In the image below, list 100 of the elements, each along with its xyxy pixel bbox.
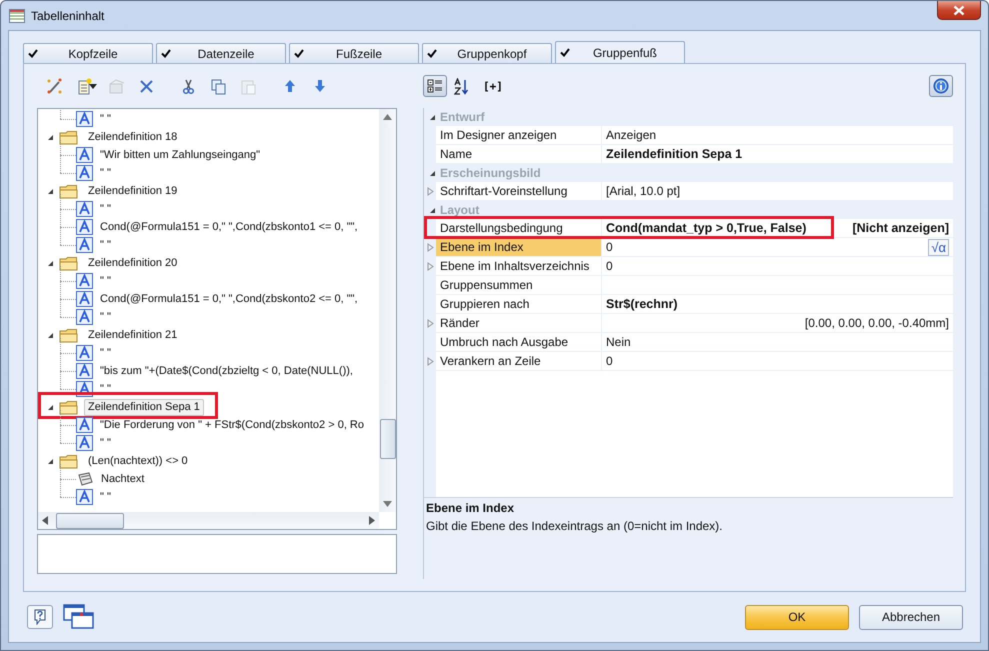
folder-icon <box>59 454 78 468</box>
property-value[interactable]: Anzeigen <box>606 128 656 142</box>
text-field-icon <box>76 147 93 163</box>
window-title: Tabelleninhalt <box>31 8 104 22</box>
text-field-icon <box>76 435 93 451</box>
horizontal-scrollbar[interactable] <box>38 512 379 529</box>
tree-item[interactable]: "bis zum "+(Date$(Cond(zbzieltg < 0, Date(NULL()), <box>96 362 357 380</box>
property-note: [Nicht anzeigen] <box>852 221 949 235</box>
expanded-arrow-icon[interactable] <box>47 188 54 194</box>
new-document-icon <box>78 78 91 94</box>
property-label[interactable]: Gruppieren nach <box>436 295 602 314</box>
tab[interactable]: Kopfzeile <box>23 43 153 63</box>
tree-item[interactable]: " " <box>96 308 115 326</box>
tree-item[interactable]: Cond(@Formula151 = 0," ",Cond(zbskonto2 <= 0, "", <box>96 290 362 308</box>
scroll-up-icon[interactable] <box>383 114 392 120</box>
tab[interactable]: Datenzeile <box>156 43 286 63</box>
property-value[interactable]: Nein <box>606 335 631 349</box>
vertical-scrollbar[interactable] <box>379 109 396 512</box>
property-label[interactable]: Im Designer anzeigen <box>436 126 602 145</box>
tree-item[interactable]: "Wir bitten um Zahlungseingang" <box>96 146 264 164</box>
tab[interactable]: Fußzeile <box>289 43 419 63</box>
scroll-thumb[interactable] <box>56 513 124 529</box>
tree-item[interactable]: Cond(@Formula151 = 0," ",Cond(zbskonto1 <= 0, "", <box>96 218 362 236</box>
category-header: Entwurf <box>440 110 485 124</box>
property-value[interactable]: [Arial, 10.0 pt] <box>606 184 680 198</box>
property-value[interactable]: 0 <box>606 240 613 254</box>
info-icon <box>933 78 949 94</box>
folder-icon <box>59 400 78 414</box>
scroll-right-icon[interactable] <box>369 516 375 525</box>
text-field-icon <box>76 489 93 505</box>
property-label[interactable]: Verankern an Zeile <box>436 352 602 371</box>
expand-button[interactable]: [+] <box>477 80 503 92</box>
property-label[interactable]: Umbruch nach Ausgabe <box>436 333 602 352</box>
tree-folder[interactable]: Zeilendefinition 18 <box>84 128 182 146</box>
help-button[interactable] <box>27 605 53 629</box>
description-title: Ebene im Index <box>426 501 516 515</box>
copy-icon <box>211 79 225 94</box>
expanded-arrow-icon[interactable] <box>429 170 436 176</box>
tree-item[interactable]: " " <box>96 272 115 290</box>
expanded-arrow-icon[interactable] <box>47 332 54 338</box>
text-field-icon <box>76 219 93 235</box>
property-value[interactable]: [0.00, 0.00, 0.00, -0.40mm] <box>804 316 949 330</box>
expanded-arrow-icon[interactable] <box>429 114 436 120</box>
folder-icon <box>59 256 78 270</box>
info-button[interactable] <box>929 75 953 97</box>
expanded-arrow-icon[interactable] <box>429 206 436 214</box>
tree-item[interactable]: " " <box>96 200 115 218</box>
property-value[interactable]: 0 <box>606 259 613 273</box>
tree-folder[interactable]: Zeilendefinition 20 <box>84 254 182 272</box>
windows-icon[interactable] <box>63 604 95 630</box>
tree-item[interactable]: Nachtext <box>97 470 148 488</box>
table-icon <box>9 8 25 22</box>
tree-item[interactable]: " " <box>96 488 115 506</box>
property-label[interactable]: Gruppensummen <box>436 276 602 295</box>
tree-folder[interactable]: Zeilendefinition 21 <box>84 326 182 344</box>
tab[interactable]: Gruppenfuß <box>555 41 685 63</box>
close-icon <box>953 4 965 16</box>
paste-icon <box>241 80 255 94</box>
text-field-icon <box>76 111 93 127</box>
delete-icon <box>140 80 152 92</box>
tab[interactable]: Gruppenkopf <box>422 43 552 63</box>
close-button[interactable] <box>937 1 981 20</box>
expanded-arrow-icon[interactable] <box>47 458 54 464</box>
expanded-arrow-icon[interactable] <box>47 134 54 140</box>
text-field-icon <box>76 237 93 253</box>
text-field[interactable] <box>37 534 397 574</box>
memo-icon <box>76 471 94 487</box>
property-label[interactable]: Name <box>436 145 602 164</box>
formula-button[interactable]: √α <box>928 238 949 256</box>
tree-item[interactable]: " " <box>96 164 115 182</box>
caret-icon[interactable] <box>89 84 97 88</box>
property-value[interactable]: Zeilendefinition Sepa 1 <box>606 147 742 161</box>
tree-item[interactable]: " " <box>96 380 115 398</box>
tree-folder[interactable]: (Len(nachtext)) <> 0 <box>84 452 192 470</box>
property-value[interactable]: Str$(rechnr) <box>606 297 678 311</box>
tree-item[interactable]: " " <box>96 434 115 452</box>
tree-item[interactable]: " " <box>96 236 115 254</box>
property-label[interactable]: Ränder <box>436 314 602 333</box>
arrow-down-icon <box>314 80 324 92</box>
expanded-arrow-icon[interactable] <box>47 260 54 266</box>
property-label[interactable]: Ebene im Index <box>436 238 602 257</box>
text-field-icon <box>76 273 93 289</box>
tree-item[interactable]: "Die Forderung von " + FStr$(Cond(zbskonto2 > 0, Ro <box>96 416 368 434</box>
expanded-arrow-icon[interactable] <box>47 404 54 410</box>
categorized-button[interactable] <box>423 75 447 97</box>
property-label[interactable]: Schriftart-Voreinstellung <box>436 182 602 201</box>
text-field-icon <box>76 309 93 325</box>
dialog-button[interactable]: OK <box>745 604 849 630</box>
tree-folder[interactable]: Zeilendefinition 19 <box>84 182 182 200</box>
dialog-button[interactable]: Abbrechen <box>859 604 963 630</box>
property-label[interactable]: Ebene im Inhaltsverzeichnis <box>436 257 602 276</box>
scroll-thumb[interactable] <box>380 419 396 459</box>
scroll-left-icon[interactable] <box>42 516 48 525</box>
property-value[interactable]: Cond(mandat_typ > 0,True, False) <box>606 221 806 235</box>
tree-item[interactable]: " " <box>96 344 115 362</box>
tree-folder[interactable]: Zeilendefinition Sepa 1 <box>84 398 204 416</box>
tree-item[interactable]: " " <box>96 110 115 128</box>
text-field-icon <box>76 201 93 217</box>
property-value[interactable]: 0 <box>606 354 613 368</box>
scroll-down-icon[interactable] <box>383 501 392 507</box>
